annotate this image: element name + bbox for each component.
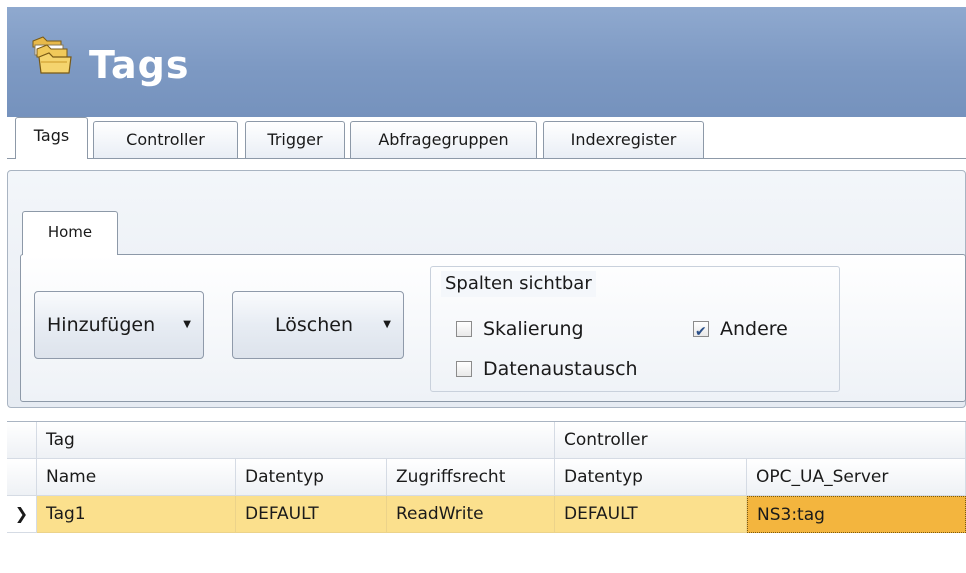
checkbox-box[interactable] xyxy=(456,361,472,377)
checkmark-icon: ✔ xyxy=(695,324,707,340)
add-button-label: Hinzufügen xyxy=(47,314,156,336)
checkbox-label: Andere xyxy=(720,318,788,340)
table-cell-datentyp[interactable]: DEFAULT xyxy=(236,496,387,533)
table-cell-controller-datentyp[interactable]: DEFAULT xyxy=(555,496,747,533)
table-cell-name[interactable]: Tag1 xyxy=(37,496,236,533)
page-title: Tags xyxy=(89,43,190,87)
checkbox-datenaustausch[interactable]: Datenaustausch xyxy=(456,356,676,382)
column-header-name[interactable]: Name xyxy=(37,459,236,496)
tab-controller[interactable]: Controller xyxy=(93,121,238,158)
delete-button-label: Löschen xyxy=(275,314,353,336)
checkbox-skalierung[interactable]: Skalierung xyxy=(456,316,626,342)
checkbox-label: Datenaustausch xyxy=(483,358,638,380)
tab-tags[interactable]: Tags xyxy=(15,117,88,159)
chevron-down-icon: ▼ xyxy=(383,319,391,330)
checkbox-andere[interactable]: ✔ Andere xyxy=(693,316,833,342)
ribbon-tab-home[interactable]: Home xyxy=(22,211,118,255)
page-header: Tags xyxy=(7,7,966,117)
delete-button[interactable]: Löschen ▼ xyxy=(232,291,404,359)
main-tabstrip: Tags Controller Trigger Abfragegruppen I… xyxy=(7,117,966,162)
column-header-zugriffsrecht[interactable]: Zugriffsrecht xyxy=(387,459,555,496)
row-indicator-arrow-icon[interactable]: ❯ xyxy=(7,496,37,533)
tab-indexregister[interactable]: Indexregister xyxy=(543,121,704,158)
checkbox-label: Skalierung xyxy=(483,318,584,340)
checkbox-box[interactable]: ✔ xyxy=(693,321,709,340)
table-cell-zugriffsrecht[interactable]: ReadWrite xyxy=(387,496,555,533)
group-header-controller: Controller xyxy=(555,422,966,459)
table-cell-opc-ua-server[interactable]: NS3:tag xyxy=(747,496,966,533)
chevron-down-icon: ▼ xyxy=(183,319,191,330)
tabstrip-divider xyxy=(7,158,966,159)
tab-abfragegruppen[interactable]: Abfragegruppen xyxy=(350,121,537,158)
visible-columns-title: Spalten sichtbar xyxy=(441,271,596,297)
tags-folder-icon xyxy=(32,36,72,74)
group-header-tag: Tag xyxy=(37,422,555,459)
row-header-corner xyxy=(7,422,37,459)
column-header-controller-datentyp[interactable]: Datentyp xyxy=(555,459,747,496)
column-header-opc-ua-server[interactable]: OPC_UA_Server xyxy=(747,459,966,496)
column-header-datentyp[interactable]: Datentyp xyxy=(236,459,387,496)
row-header-corner xyxy=(7,459,37,496)
add-button[interactable]: Hinzufügen ▼ xyxy=(34,291,204,359)
checkbox-box[interactable] xyxy=(456,321,472,337)
tab-trigger[interactable]: Trigger xyxy=(245,121,345,158)
